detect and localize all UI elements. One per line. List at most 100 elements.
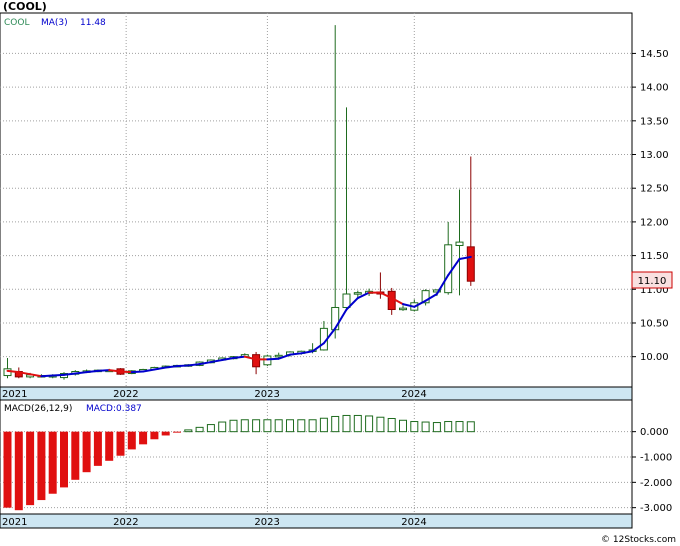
macd-bar: [195, 426, 204, 433]
macd-bar: [150, 431, 159, 440]
ma-segment: [74, 371, 88, 375]
price-tick-label: 13.00: [640, 150, 669, 161]
stock-chart: 10.0010.5011.0011.5012.0012.5013.0013.50…: [0, 0, 680, 546]
candle-body: [331, 306, 340, 331]
macd-bar: [116, 431, 125, 456]
macd-bar: [37, 431, 46, 501]
ma-segment: [108, 369, 122, 373]
macd-bar: [26, 431, 35, 506]
macd-bar: [71, 431, 80, 480]
year-label: 2024: [401, 389, 426, 400]
ma-segment: [51, 373, 65, 377]
ma-segment: [6, 369, 20, 374]
price-tick-label: 10.50: [640, 318, 669, 329]
macd-bar: [331, 415, 340, 433]
legend-ma: MA(3): [41, 18, 68, 28]
macd-bar: [455, 421, 464, 433]
macd-bar: [252, 419, 261, 433]
candle-body: [252, 354, 261, 368]
candle-body: [342, 293, 351, 308]
macd-bar: [105, 431, 114, 461]
macd-bar: [365, 415, 374, 433]
macd-bar: [93, 431, 102, 466]
candle-body: [455, 241, 464, 246]
legend-ma-value: 11.48: [80, 18, 106, 28]
ma-segment: [63, 372, 77, 376]
price-tick-label: 12.00: [640, 217, 669, 228]
ma-segment: [176, 364, 190, 368]
ma-segment: [96, 369, 111, 372]
year-label: 2023: [254, 389, 279, 400]
year-label: 2021: [2, 517, 27, 528]
chart-title: (COOL): [3, 0, 47, 13]
price-tick-label: 14.50: [640, 49, 669, 60]
macd-bar: [14, 431, 23, 511]
year-label: 2024: [401, 517, 426, 528]
macd-bar: [410, 421, 419, 433]
macd-bar: [376, 416, 385, 433]
ma-segment: [232, 355, 246, 360]
year-label: 2023: [254, 517, 279, 528]
macd-bar: [127, 431, 136, 450]
price-tick-label: 11.50: [640, 251, 669, 262]
macd-bar: [60, 431, 68, 488]
macd-bar: [173, 431, 181, 433]
macd-bar: [206, 424, 215, 433]
macd-bar: [82, 431, 91, 473]
macd-bar: [319, 417, 328, 433]
macd-bar: [432, 422, 441, 433]
macd-bar: [3, 431, 12, 508]
year-label: 2021: [2, 389, 27, 400]
macd-bar: [218, 421, 227, 433]
candle-body: [353, 292, 362, 295]
macd-bar: [353, 414, 362, 433]
ma-segment: [187, 363, 201, 367]
ma-segment: [266, 357, 280, 361]
macd-bar: [240, 419, 249, 433]
macd-tick-label: -2.000: [640, 478, 672, 489]
macd-bar: [161, 431, 170, 436]
candle-body: [444, 244, 453, 294]
macd-label: MACD(26,12,9): [4, 404, 72, 414]
macd-bar: [263, 419, 272, 433]
macd-tick-label: 0.000: [640, 427, 669, 438]
ma-segment: [85, 369, 99, 374]
ma-segment: [130, 370, 145, 374]
ma-segment: [119, 370, 133, 374]
macd-tick-label: -1.000: [640, 453, 672, 464]
candle-body: [263, 355, 272, 366]
macd-bar: [184, 429, 193, 433]
price-tick-label: 13.50: [640, 116, 669, 127]
price-tick-label: 14.00: [640, 83, 669, 94]
macd-bar: [342, 414, 351, 433]
watermark: © 12Stocks.com: [601, 535, 676, 545]
macd-bar: [274, 419, 283, 433]
macd-bar: [399, 419, 407, 433]
candle-body: [399, 307, 407, 311]
macd-bar: [229, 419, 238, 433]
macd-bar: [421, 421, 430, 433]
ma-segment: [289, 352, 303, 356]
price-year-strip: [0, 386, 633, 401]
last-price-label: 11.10: [638, 276, 667, 287]
macd-bar: [286, 419, 294, 433]
year-label: 2022: [113, 389, 138, 400]
legend-ticker: COOL: [4, 18, 29, 28]
macd-bar: [466, 421, 475, 433]
macd-bar: [48, 431, 57, 494]
price-tick-label: 10.00: [640, 352, 669, 363]
candle-body: [466, 246, 475, 282]
macd-value-label: MACD:0.387: [86, 404, 142, 414]
macd-bar: [308, 419, 317, 433]
ma-segment: [164, 365, 178, 369]
macd-bar: [387, 417, 396, 433]
candle-body: [274, 354, 283, 358]
macd-tick-label: -3.000: [640, 503, 672, 514]
ma-segment: [40, 374, 54, 378]
year-label: 2022: [113, 517, 138, 528]
macd-bar: [444, 421, 453, 433]
macd-bar: [139, 431, 148, 445]
candle-body: [3, 368, 12, 377]
macd-bar: [297, 419, 306, 433]
price-tick-label: 12.50: [640, 184, 669, 195]
